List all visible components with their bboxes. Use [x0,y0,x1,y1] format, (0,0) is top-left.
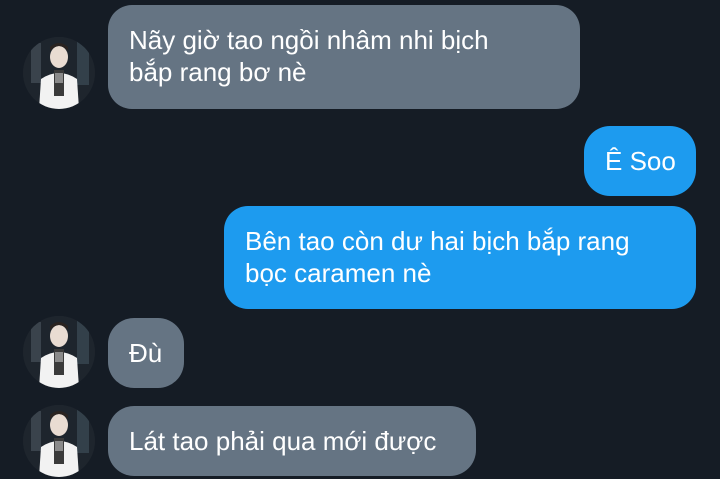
message-bubble-outgoing[interactable]: Ê Soo [584,126,696,196]
sender-avatar[interactable] [23,405,95,477]
message-text: Đù [129,338,163,368]
message-bubble-incoming[interactable]: Đù [108,318,184,388]
person-avatar-icon [23,316,95,388]
message-text: Nãy giờ tao ngồi nhâm nhi bịch [129,25,489,55]
sender-avatar[interactable] [23,37,95,109]
message-bubble-incoming[interactable]: Nãy giờ tao ngồi nhâm nhi bịch bắp rang … [108,5,580,109]
sender-avatar[interactable] [23,316,95,388]
message-text: Ê Soo [605,146,676,176]
person-avatar-icon [23,405,95,477]
message-bubble-outgoing[interactable]: Bên tao còn dư hai bịch bắp rang bọc car… [224,206,696,309]
message-text: Bên tao còn dư hai bịch bắp rang [245,226,630,256]
message-text: bọc caramen nè [245,258,432,288]
person-avatar-icon [23,37,95,109]
chat-screen: { "messages": [ {"direction": "incoming"… [0,0,720,479]
message-text: Lát tao phải qua mới được [129,426,437,456]
message-text: bắp rang bơ nè [129,57,307,87]
message-bubble-incoming[interactable]: Lát tao phải qua mới được [108,406,476,476]
